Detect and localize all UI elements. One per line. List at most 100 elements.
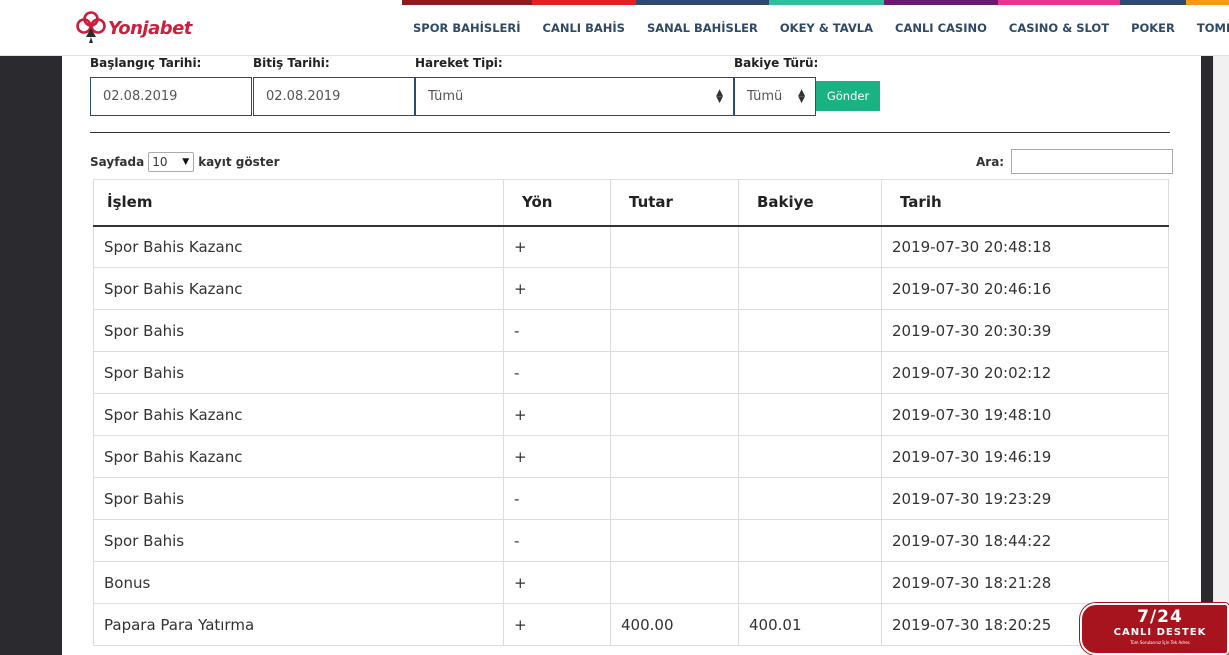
- table-cell: [610, 477, 739, 520]
- logo-text: Yonjabet: [108, 17, 192, 39]
- table-cell: [738, 393, 882, 436]
- table-cell: Spor Bahis Kazanc: [93, 435, 504, 478]
- page-length-select[interactable]: 10 ▼: [148, 152, 195, 172]
- end-date-input[interactable]: 02.08.2019: [253, 77, 415, 116]
- table-row: Papara Para Yatırma +400.00 400.01 2019-07-…: [93, 603, 1169, 646]
- table-cell: [738, 519, 882, 562]
- table-row: Spor Bahis - 2019-07-30 20:02:12: [93, 351, 1169, 394]
- start-date-input[interactable]: 02.08.2019: [90, 77, 252, 116]
- balance-type-select[interactable]: Tümü ▲ ▼: [734, 77, 816, 116]
- table-cell: -: [503, 309, 611, 352]
- table-cell: 400.00: [610, 603, 739, 646]
- column-header[interactable]: İşlem: [93, 179, 504, 227]
- table-cell: [738, 477, 882, 520]
- table-cell: 2019-07-30 18:21:28: [881, 561, 1169, 604]
- balance-type-label: Bakiye Türü:: [734, 56, 819, 70]
- nav-item[interactable]: SPOR BAHİSLERİ: [402, 0, 532, 50]
- page-length-suffix: kayıt göster: [198, 155, 280, 169]
- page-length-prefix: Sayfada: [90, 155, 145, 169]
- table-cell: [610, 393, 739, 436]
- table-cell: 2019-07-30 20:46:16: [881, 267, 1169, 310]
- table-cell: +: [503, 267, 611, 310]
- table-cell: Bonus: [93, 561, 504, 604]
- table-row: Bonus +2019-07-30 18:21:28: [93, 561, 1169, 604]
- nav-item[interactable]: CANLI BAHİS: [531, 0, 636, 50]
- nav-item[interactable]: SANAL BAHİSLER: [635, 0, 769, 50]
- table-cell: [610, 225, 739, 268]
- nav-item[interactable]: TOMBALA: [1185, 0, 1229, 50]
- table-header-row: İşlem Yön Tutar Bakiye Tarih: [93, 179, 1169, 227]
- table-cell: [610, 309, 739, 352]
- balance-type-value: Tümü: [747, 89, 783, 104]
- live-support-subtitle: Tüm Sorularınız İçin Tek Adres: [1130, 640, 1190, 645]
- search-input[interactable]: [1011, 149, 1174, 174]
- table-cell: [738, 309, 882, 352]
- table-cell: 2019-07-30 20:48:18: [881, 225, 1169, 268]
- table-cell: [738, 351, 882, 394]
- table-row: Spor Bahis Kazanc +2019-07-30 20:46:16: [93, 267, 1169, 310]
- table-cell: [610, 561, 739, 604]
- main-content: Başlangıç Tarihi: 02.08.2019 Bitiş Tarih…: [62, 56, 1201, 655]
- chevron-down-icon: ▼: [182, 157, 190, 167]
- nav-item[interactable]: CANLI CASINO: [884, 0, 998, 50]
- table-cell: -: [503, 477, 611, 520]
- end-date-label: Bitiş Tarihi:: [253, 56, 330, 70]
- table-cell: Spor Bahis Kazanc: [93, 393, 504, 436]
- table-cell: +: [503, 603, 611, 646]
- table-cell: Spor Bahis: [93, 309, 504, 352]
- table-cell: +: [503, 561, 611, 604]
- transaction-type-select[interactable]: Tümü ▲ ▼: [415, 77, 734, 116]
- live-support-badge[interactable]: 7/24 CANLI DESTEK Tüm Sorularınız İçin T…: [1080, 603, 1229, 655]
- site-header: Yonjabet SPOR BAHİSLERİ CANLI BAHİS SANAL …: [0, 0, 1229, 56]
- column-header[interactable]: Bakiye: [738, 179, 882, 227]
- table-cell: 2019-07-30 19:48:10: [881, 393, 1169, 436]
- table-row: Spor Bahis - 2019-07-30 20:30:39: [93, 309, 1169, 352]
- table-cell: 2019-07-30 19:23:29: [881, 477, 1169, 520]
- start-date-value: 02.08.2019: [103, 89, 178, 104]
- nav-item[interactable]: POKER: [1120, 0, 1186, 50]
- transactions-table: İşlem Yön Tutar Bakiye Tarih Spor Bahis Kaza…: [93, 179, 1169, 646]
- table-cell: 2019-07-30 20:02:12: [881, 351, 1169, 394]
- column-header[interactable]: Yön: [503, 179, 611, 227]
- live-support-hours: 7/24: [1137, 607, 1183, 627]
- table-cell: 2019-07-30 18:44:22: [881, 519, 1169, 562]
- table-cell: 400.01: [738, 603, 882, 646]
- page-scrollbar[interactable]: [1213, 56, 1229, 655]
- table-cell: Spor Bahis Kazanc: [93, 225, 504, 268]
- select-arrows-icon: ▲ ▼: [716, 88, 723, 105]
- table-cell: [738, 561, 882, 604]
- site-logo[interactable]: Yonjabet: [76, 10, 192, 46]
- table-cell: [610, 519, 739, 562]
- column-header[interactable]: Tarih: [881, 179, 1169, 227]
- table-row: Spor Bahis Kazanc +2019-07-30 19:46:19: [93, 435, 1169, 478]
- table-cell: Spor Bahis: [93, 351, 504, 394]
- filter-divider: [90, 132, 1170, 133]
- transaction-type-label: Hareket Tipi:: [415, 56, 503, 70]
- table-cell: Spor Bahis: [93, 477, 504, 520]
- table-cell: +: [503, 435, 611, 478]
- submit-button[interactable]: Gönder: [816, 81, 880, 111]
- table-cell: 2019-07-30 20:30:39: [881, 309, 1169, 352]
- page-length-value: 10: [152, 155, 168, 169]
- table-search: Ara:: [976, 149, 1174, 174]
- table-row: Spor Bahis - 2019-07-30 18:44:22: [93, 519, 1169, 562]
- column-header[interactable]: Tutar: [610, 179, 739, 227]
- table-cell: 2019-07-30 19:46:19: [881, 435, 1169, 478]
- table-cell: Spor Bahis Kazanc: [93, 267, 504, 310]
- table-cell: [738, 225, 882, 268]
- table-cell: [738, 435, 882, 478]
- table-cell: -: [503, 519, 611, 562]
- nav-item[interactable]: OKEY & TAVLA: [768, 0, 884, 50]
- main-nav: SPOR BAHİSLERİ CANLI BAHİS SANAL BAHİSLER O…: [402, 0, 1229, 50]
- table-cell: Papara Para Yatırma: [93, 603, 504, 646]
- select-arrows-icon: ▲ ▼: [798, 88, 805, 105]
- table-cell: +: [503, 393, 611, 436]
- table-row: Spor Bahis - 2019-07-30 19:23:29: [93, 477, 1169, 520]
- table-row: Spor Bahis Kazanc +2019-07-30 19:48:10: [93, 393, 1169, 436]
- table-cell: +: [503, 225, 611, 268]
- transaction-type-value: Tümü: [428, 89, 464, 104]
- nav-item[interactable]: CASINO & SLOT: [997, 0, 1121, 50]
- table-row: Spor Bahis Kazanc +2019-07-30 20:48:18: [93, 225, 1169, 268]
- end-date-value: 02.08.2019: [266, 89, 341, 104]
- table-cell: [738, 267, 882, 310]
